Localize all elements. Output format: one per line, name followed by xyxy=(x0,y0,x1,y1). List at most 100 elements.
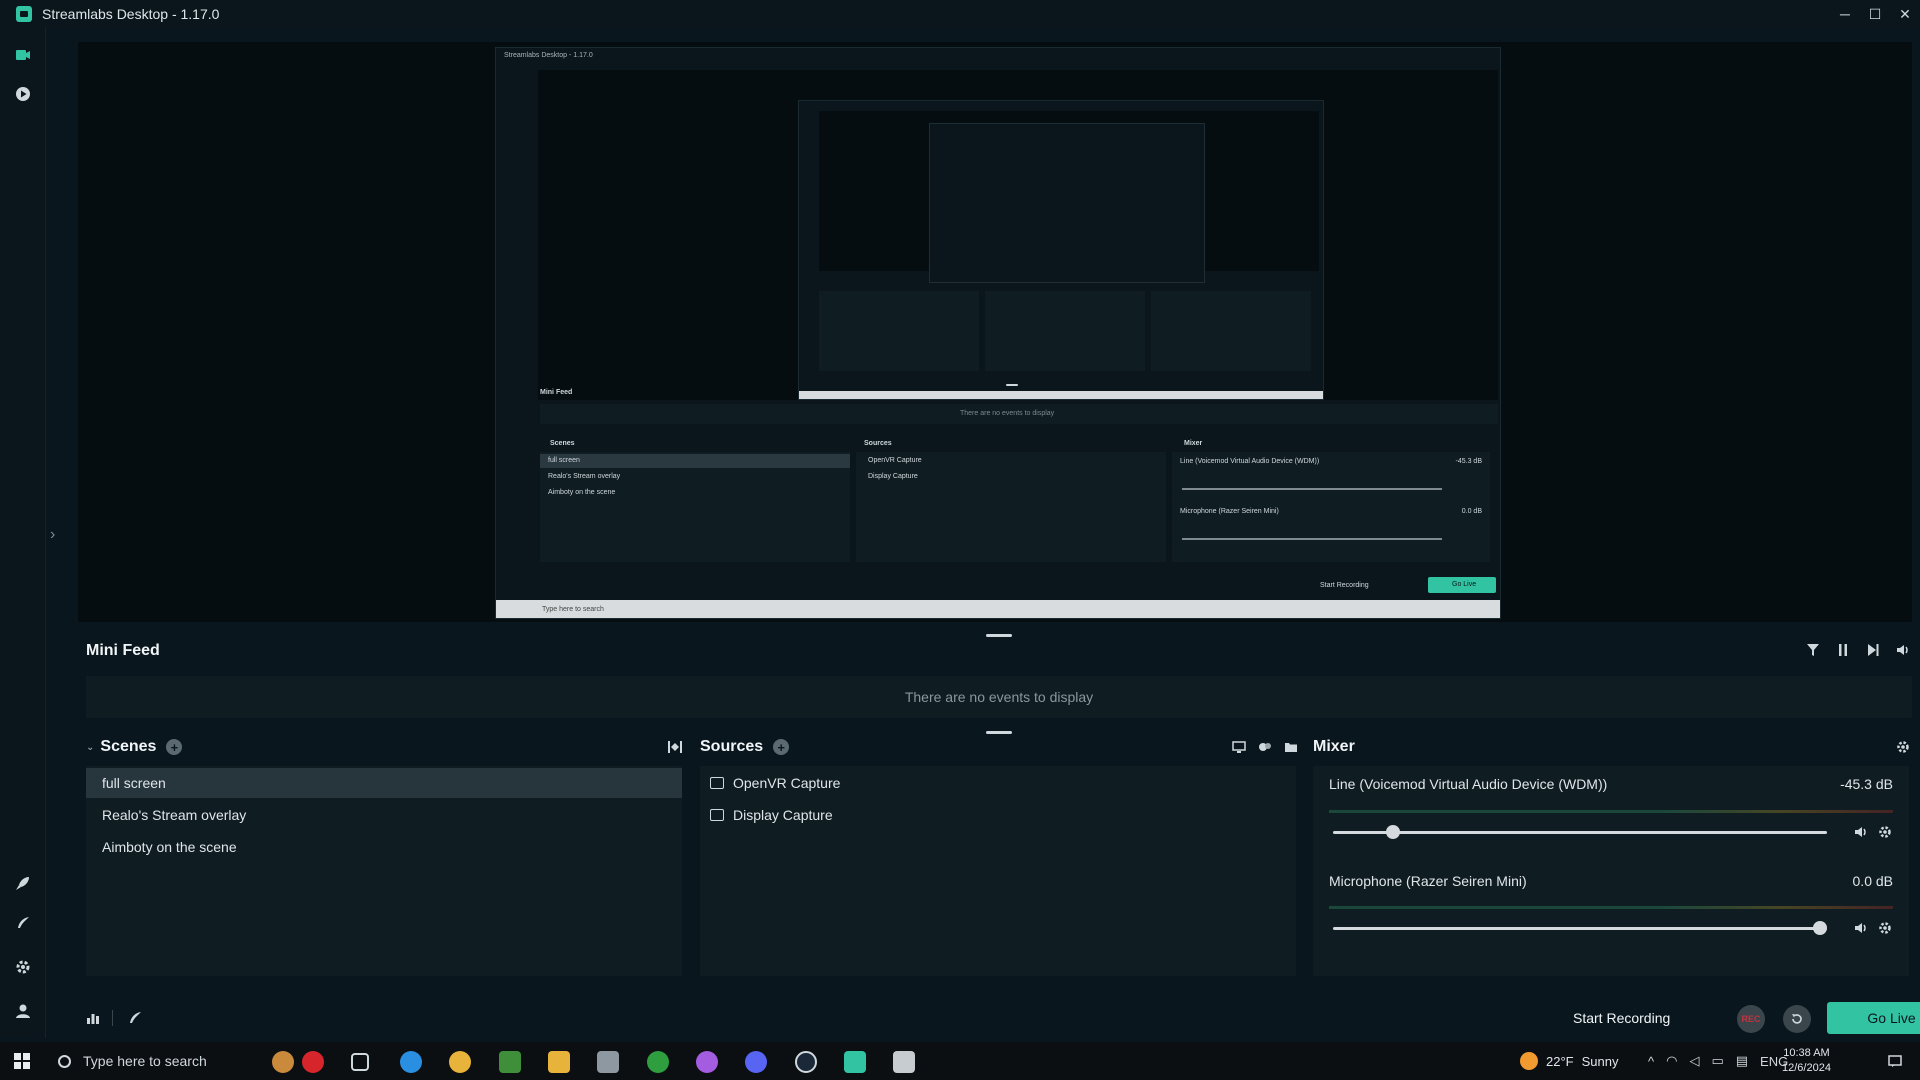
footer-bar: Start Recording REC Go Live xyxy=(46,998,1920,1038)
mini-feed-panel: Mini Feed There are no events to display xyxy=(78,632,1912,724)
copilot-icon[interactable] xyxy=(696,1051,718,1073)
minecraft-icon[interactable] xyxy=(499,1051,521,1073)
rocket-icon[interactable] xyxy=(14,874,32,892)
maximize-button[interactable]: ☐ xyxy=(1860,0,1890,28)
preview-nested-mixer xyxy=(1151,291,1311,371)
preview-sources-title: Sources xyxy=(864,440,892,447)
user-icon[interactable] xyxy=(14,1002,32,1020)
calculator-icon[interactable] xyxy=(597,1051,619,1073)
scenes-title: Scenes xyxy=(100,738,157,755)
speaker-icon[interactable] xyxy=(1853,824,1869,840)
close-button[interactable]: ✕ xyxy=(1890,0,1920,28)
gingerbread-icon[interactable] xyxy=(272,1051,294,1073)
preview-nested-editor xyxy=(819,111,1319,283)
panels-resize-handle[interactable] xyxy=(986,731,1012,734)
gear-icon[interactable] xyxy=(14,958,32,976)
mini-feed-tools xyxy=(1804,641,1912,659)
battery-icon[interactable]: ▭ xyxy=(1711,1053,1723,1069)
add-scene-button[interactable]: + xyxy=(166,739,183,755)
add-source-button[interactable]: + xyxy=(773,739,790,755)
task-view-icon[interactable] xyxy=(351,1053,369,1071)
feather-icon[interactable] xyxy=(126,1009,144,1027)
group-source-icon[interactable] xyxy=(1256,738,1274,756)
scenes-collapse-chevron-icon[interactable]: ⌄ xyxy=(86,742,94,753)
monitor-source-icon xyxy=(710,809,724,821)
preview-scene-item: full screen xyxy=(548,457,580,464)
preview-nested-taskbar xyxy=(799,391,1323,399)
mixer-header: Mixer xyxy=(1313,736,1355,758)
editor-icon[interactable] xyxy=(14,46,32,64)
clock-time: 10:38 AM xyxy=(1783,1047,1830,1059)
taskbar-search[interactable]: Type here to search xyxy=(58,1046,268,1076)
go-live-button[interactable]: Go Live xyxy=(1827,1002,1920,1034)
pause-icon[interactable] xyxy=(1834,641,1852,659)
expand-sidebar-chevron-icon[interactable]: › xyxy=(50,526,55,544)
speaker-tray-icon[interactable]: ◁ xyxy=(1689,1053,1699,1069)
replay-buffer-button[interactable] xyxy=(1783,1005,1811,1033)
bar-chart-icon[interactable] xyxy=(84,1009,102,1027)
preview-editor-area xyxy=(538,70,1498,400)
windows-taskbar: Type here to search 22°F Sunny ^ ◠ ◁ ▭ ▤… xyxy=(0,1042,1920,1080)
mixer-settings-gear-icon[interactable] xyxy=(1894,738,1912,756)
record-button[interactable]: REC xyxy=(1737,1005,1765,1033)
scenes-header: ⌄ Scenes + xyxy=(86,736,183,758)
weather-temperature: 22°F xyxy=(1546,1053,1574,1069)
volume-icon[interactable] xyxy=(1894,641,1912,659)
stream-preview: Streamlabs Desktop - 1.17.0 Mini Feed Th… xyxy=(495,47,1501,619)
play-icon[interactable] xyxy=(14,85,32,103)
edge-icon[interactable] xyxy=(400,1051,422,1073)
channel-settings-gear-icon[interactable] xyxy=(1877,824,1893,840)
mixer-level-meter xyxy=(1329,906,1893,909)
streamlabs-taskbar-icon[interactable] xyxy=(844,1051,866,1073)
mixer-volume-slider[interactable] xyxy=(1333,921,1827,935)
preview-nested-window-inner xyxy=(929,123,1205,283)
scene-transitions-icon[interactable] xyxy=(666,738,684,756)
filter-icon[interactable] xyxy=(1804,641,1822,659)
mixer-volume-thumb[interactable] xyxy=(1813,921,1827,935)
search-icon xyxy=(58,1054,71,1068)
taskbar-clock[interactable]: 10:38 AM 12/6/2024 xyxy=(1782,1046,1831,1076)
scene-item-aimboty[interactable]: Aimboty on the scene xyxy=(86,832,682,862)
tray-expand-icon[interactable]: ^ xyxy=(1648,1054,1654,1069)
red-ornament-icon[interactable] xyxy=(302,1051,324,1073)
minimize-button[interactable]: ─ xyxy=(1830,0,1860,28)
preview-go-live-button: Go Live xyxy=(1428,577,1496,593)
weather-widget[interactable]: 22°F Sunny xyxy=(1520,1042,1618,1080)
system-tray: ^ ◠ ◁ ▭ ▤ ENG xyxy=(1648,1042,1788,1080)
preview-channel-slider xyxy=(1182,538,1442,540)
network-icon[interactable]: ◠ xyxy=(1666,1053,1677,1069)
xbox-icon[interactable] xyxy=(647,1051,669,1073)
preview-channel-slider xyxy=(1182,488,1442,490)
preview-taskbar-search: Type here to search xyxy=(542,606,604,613)
scene-item-realos-overlay[interactable]: Realo's Stream overlay xyxy=(86,800,682,830)
source-item-openvr[interactable]: OpenVR Capture xyxy=(710,768,840,798)
mixer-volume-thumb[interactable] xyxy=(1385,825,1400,839)
display-source-icon[interactable] xyxy=(1230,738,1248,756)
app-window-icon[interactable] xyxy=(893,1051,915,1073)
mini-feed-title: Mini Feed xyxy=(86,642,160,659)
preview-source-item: Display Capture xyxy=(868,473,918,480)
channel-settings-gear-icon[interactable] xyxy=(1877,920,1893,936)
preview-scene-selected xyxy=(540,454,850,468)
mixer-channel-db: 0.0 dB xyxy=(1852,873,1893,889)
mixer-channel-name: Line (Voicemod Virtual Audio Device (WDM… xyxy=(1329,776,1608,792)
skip-icon[interactable] xyxy=(1864,641,1882,659)
preview-channel-db: -45.3 dB xyxy=(1455,458,1482,465)
scene-item-full-screen[interactable]: full screen xyxy=(86,768,682,798)
mixer-volume-slider[interactable] xyxy=(1333,825,1827,839)
source-item-display-capture[interactable]: Display Capture xyxy=(710,800,833,830)
keyboard-icon[interactable]: ▤ xyxy=(1736,1053,1748,1069)
discord-icon[interactable] xyxy=(745,1051,767,1073)
clock-date: 12/6/2024 xyxy=(1782,1062,1831,1074)
steam-icon[interactable] xyxy=(795,1051,817,1073)
feather-icon[interactable] xyxy=(14,914,32,932)
chrome-icon[interactable] xyxy=(449,1051,471,1073)
sources-tools xyxy=(1230,738,1300,756)
speaker-icon[interactable] xyxy=(1853,920,1869,936)
folder-icon[interactable] xyxy=(1282,738,1300,756)
start-recording-label[interactable]: Start Recording xyxy=(1573,1010,1670,1026)
file-explorer-icon[interactable] xyxy=(548,1051,570,1073)
preview-taskbar: Type here to search xyxy=(496,600,1500,618)
windows-start-icon[interactable] xyxy=(14,1053,30,1069)
notifications-icon[interactable] xyxy=(1886,1052,1904,1070)
